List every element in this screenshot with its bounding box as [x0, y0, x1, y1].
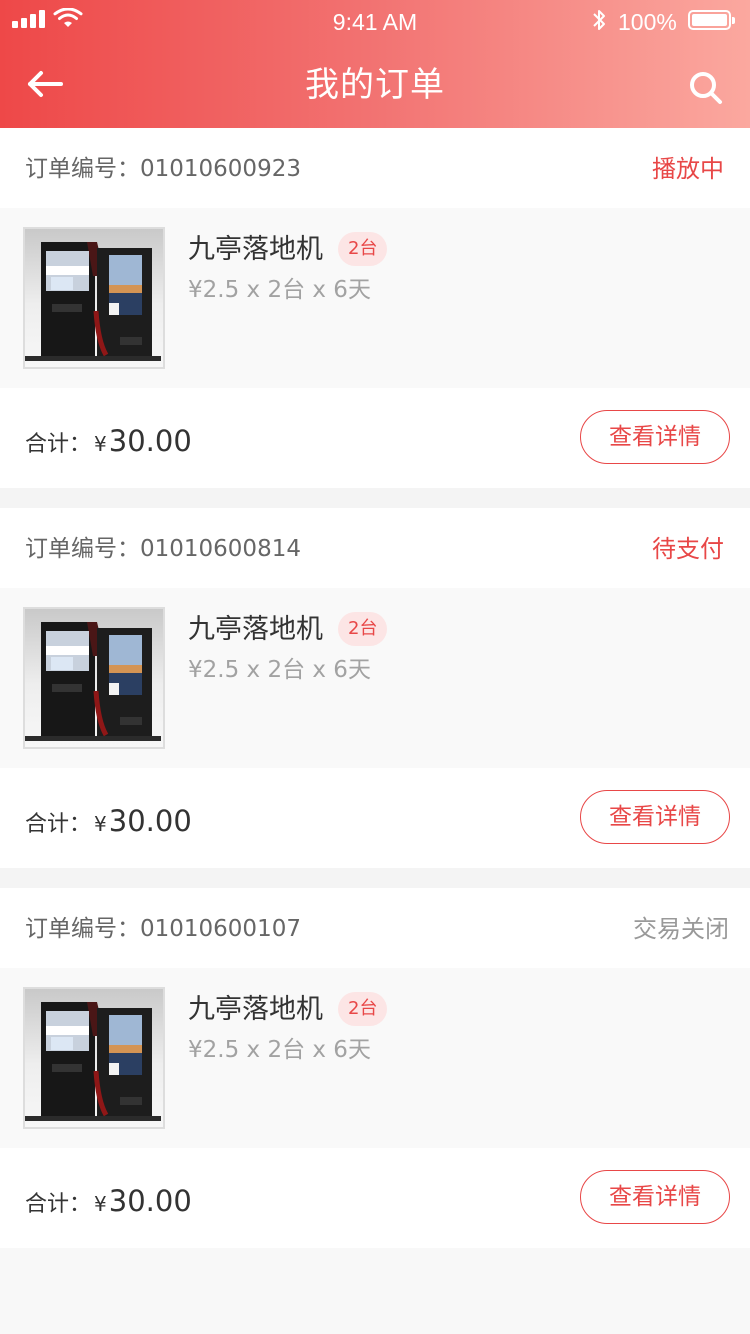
total-amount: 30.00: [108, 1184, 192, 1218]
quantity-badge: 2台: [338, 232, 388, 266]
order-status: 播放中: [652, 155, 724, 183]
total-label: 合计：: [25, 432, 92, 457]
view-details-button[interactable]: 查看详情: [580, 410, 730, 464]
order-item[interactable]: 九亭落地机 2台 ¥2.5 x 2台 x 6天: [0, 968, 750, 1148]
total-label: 合计：: [25, 812, 92, 837]
order-list: 订单编号：01010600923 播放中 九亭落地机 2台 ¥2.5 x 2台 …: [0, 128, 750, 1268]
currency-symbol: ¥: [94, 812, 107, 836]
order-total: 合计： ¥30.00: [25, 421, 192, 465]
product-name: 九亭落地机: [188, 614, 323, 645]
battery-icon: [688, 10, 735, 30]
view-details-button[interactable]: 查看详情: [580, 790, 730, 844]
order-footer: 合计： ¥30.00 查看详情: [0, 1148, 750, 1248]
order-item[interactable]: 九亭落地机 2台 ¥2.5 x 2台 x 6天: [0, 208, 750, 388]
currency-symbol: ¥: [94, 432, 107, 456]
order-total: 合计： ¥30.00: [25, 801, 192, 845]
product-thumbnail: [23, 607, 165, 749]
currency-symbol: ¥: [94, 1192, 107, 1216]
order-status: 交易关闭: [633, 915, 729, 943]
order-total: 合计： ¥30.00: [25, 1181, 192, 1225]
product-thumbnail: [23, 987, 165, 1129]
product-name: 九亭落地机: [188, 994, 323, 1025]
order-header: 订单编号：01010600107 交易关闭: [0, 888, 750, 968]
product-name: 九亭落地机: [188, 234, 323, 265]
order-item[interactable]: 九亭落地机 2台 ¥2.5 x 2台 x 6天: [0, 588, 750, 768]
total-amount: 30.00: [108, 424, 192, 458]
status-bar: 9:41 AM 100%: [0, 0, 750, 44]
quantity-badge: 2台: [338, 612, 388, 646]
bluetooth-icon: [593, 10, 605, 30]
order-card: 订单编号：01010600814 待支付 九亭落地机 2台 ¥2.5 x 2台 …: [0, 508, 750, 868]
order-footer: 合计： ¥30.00 查看详情: [0, 388, 750, 488]
quantity-badge: 2台: [338, 992, 388, 1026]
order-number: 订单编号：01010600107: [25, 916, 301, 942]
order-footer: 合计： ¥30.00 查看详情: [0, 768, 750, 868]
total-label: 合计：: [25, 1192, 92, 1217]
order-status: 待支付: [652, 535, 724, 563]
price-detail: ¥2.5 x 2台 x 6天: [188, 1037, 371, 1063]
order-header: 订单编号：01010600923 播放中: [0, 128, 750, 208]
app-header: 9:41 AM 100% 我的订单: [0, 0, 750, 128]
search-icon[interactable]: [686, 68, 726, 108]
page-title: 我的订单: [305, 65, 445, 105]
battery-percentage: 100%: [618, 9, 677, 35]
order-card: 订单编号：01010600923 播放中 九亭落地机 2台 ¥2.5 x 2台 …: [0, 128, 750, 488]
product-thumbnail: [23, 227, 165, 369]
order-number: 订单编号：01010600814: [25, 536, 301, 562]
price-detail: ¥2.5 x 2台 x 6天: [188, 277, 371, 303]
total-amount: 30.00: [108, 804, 192, 838]
order-number: 订单编号：01010600923: [25, 156, 301, 182]
view-details-button[interactable]: 查看详情: [580, 1170, 730, 1224]
order-header: 订单编号：01010600814 待支付: [0, 508, 750, 588]
order-card: 订单编号：01010600107 交易关闭 九亭落地机 2台 ¥2.5 x 2台…: [0, 888, 750, 1248]
price-detail: ¥2.5 x 2台 x 6天: [188, 657, 371, 683]
bottom-empty-area: [0, 1248, 750, 1334]
